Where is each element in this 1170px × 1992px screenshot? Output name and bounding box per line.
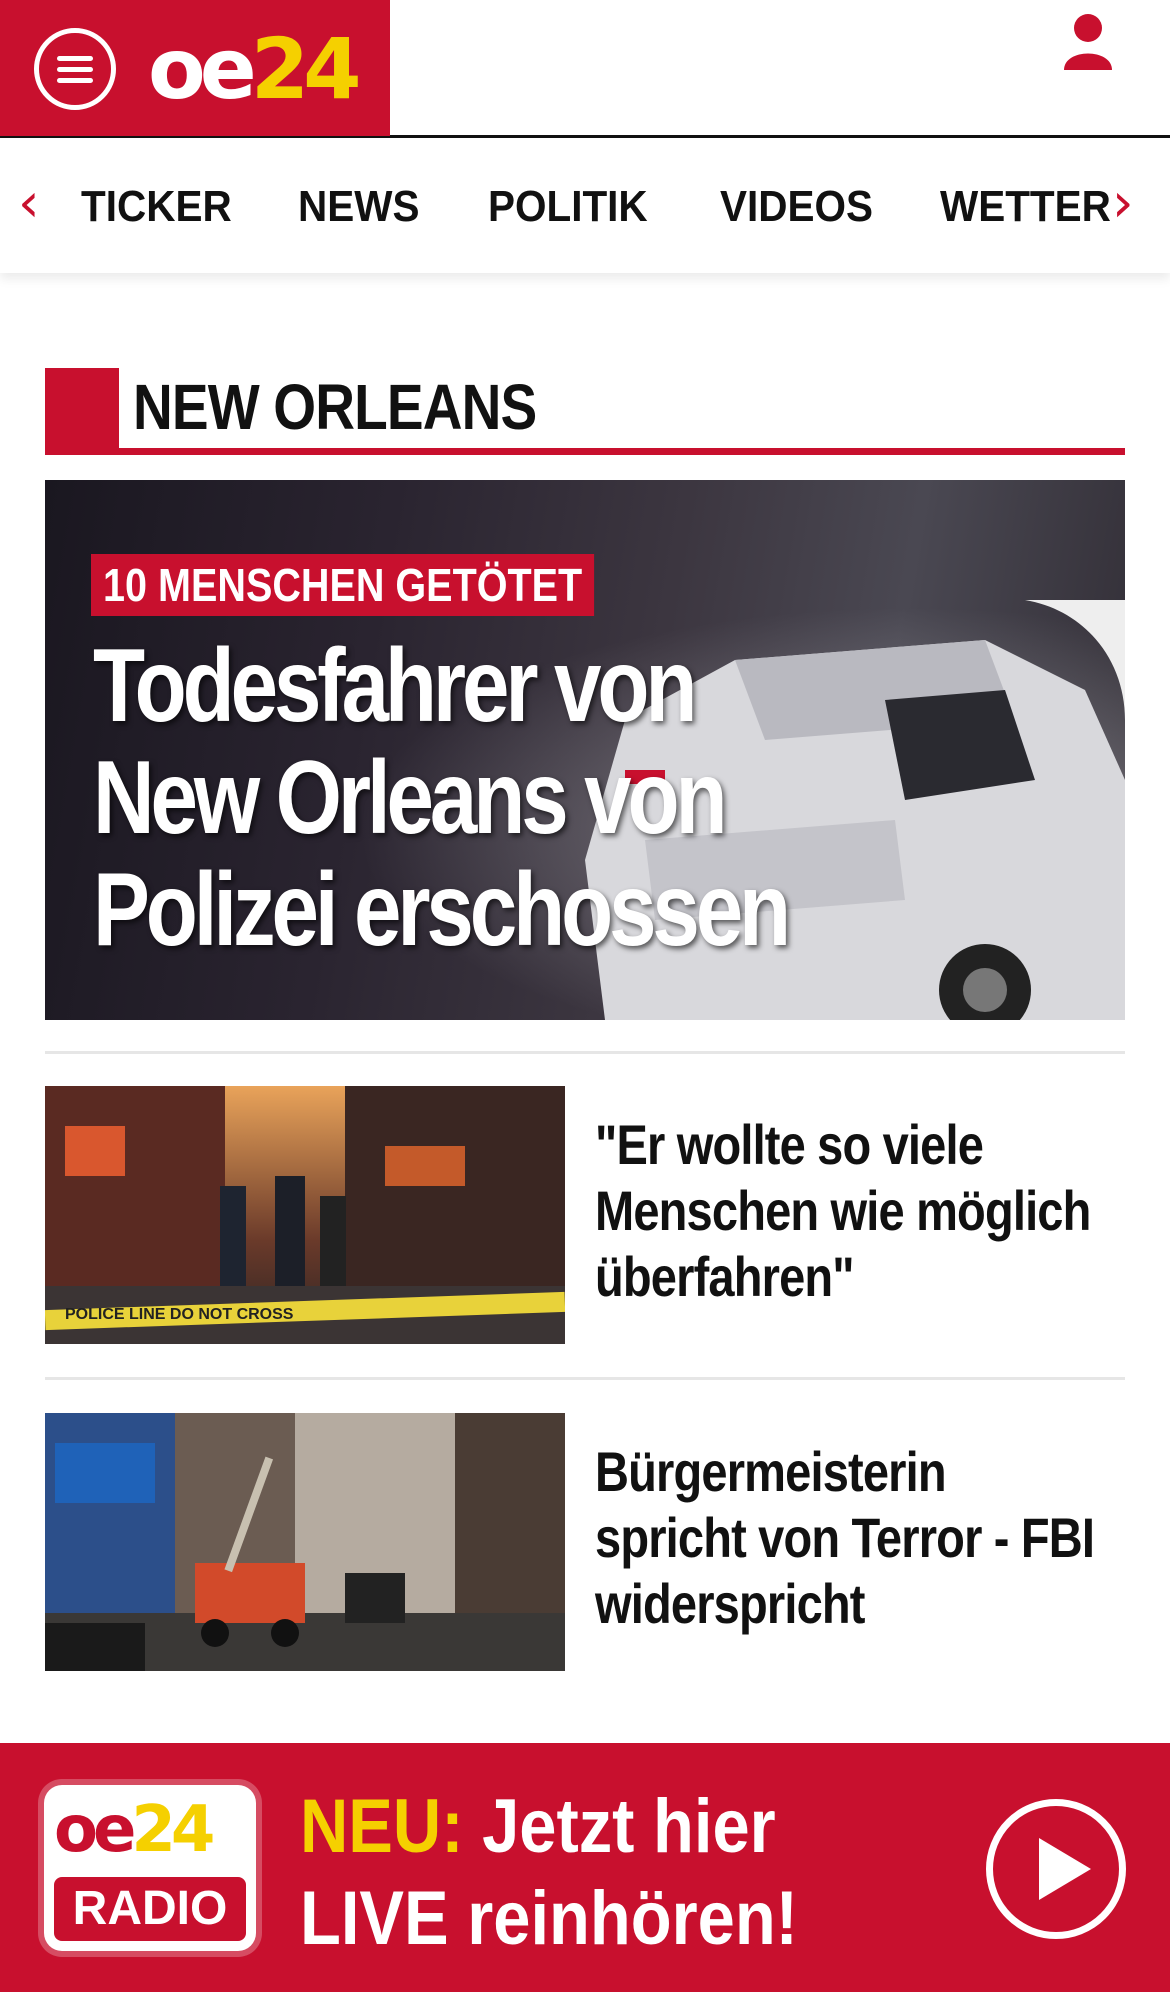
tape-text: POLICE LINE DO NOT CROSS <box>65 1306 294 1323</box>
play-icon[interactable] <box>986 1799 1126 1939</box>
site-logo[interactable]: oe24 <box>148 14 362 124</box>
nav-item-wetter[interactable]: WETTER <box>940 181 1111 233</box>
divider <box>45 1051 1125 1054</box>
nav-item-news[interactable]: NEWS <box>298 181 419 233</box>
hero-article[interactable]: 10 MENSCHEN GETÖTET Todesfahrer von New … <box>45 480 1125 1020</box>
nav-next-icon[interactable]: › <box>1112 173 1134 233</box>
list-item[interactable]: POLICE LINE DO NOT CROSS "Er wollte so v… <box>45 1086 1125 1344</box>
radio-logo-label: RADIO <box>54 1877 246 1941</box>
radio-promo-text[interactable]: NEU: Jetzt hier LIVE reinhören! <box>300 1781 798 1965</box>
radio-logo: oe24 RADIO <box>44 1785 256 1951</box>
hero-kicker: 10 MENSCHEN GETÖTET <box>91 554 595 616</box>
list-item[interactable]: Bürgermeisterin spricht von Terror - FBI… <box>45 1413 1125 1671</box>
section-header: NEW ORLEANS <box>45 368 1125 456</box>
section-title[interactable]: NEW ORLEANS <box>133 370 537 444</box>
nav-item-politik[interactable]: POLITIK <box>488 181 648 233</box>
user-icon[interactable] <box>1062 12 1114 72</box>
hero-headline[interactable]: Todesfahrer von New Orleans von Polizei … <box>93 630 831 966</box>
section-accent-bar <box>45 368 119 454</box>
story-headline[interactable]: "Er wollte so viele Menschen wie möglich… <box>595 1112 1099 1310</box>
hamburger-menu-icon[interactable] <box>34 28 116 110</box>
category-nav: ‹ TICKER NEWS POLITIK VIDEOS WETTER › <box>0 139 1170 273</box>
nav-prev-icon[interactable]: ‹ <box>18 173 40 233</box>
section-underline <box>45 448 1125 455</box>
story-thumbnail[interactable]: POLICE LINE DO NOT CROSS <box>45 1086 565 1344</box>
story-headline[interactable]: Bürgermeisterin spricht von Terror - FBI… <box>595 1439 1099 1637</box>
nav-item-videos[interactable]: VIDEOS <box>720 181 873 233</box>
divider <box>45 1377 1125 1380</box>
story-thumbnail[interactable] <box>45 1413 565 1671</box>
logo-block: oe24 <box>0 0 390 136</box>
radio-banner[interactable]: oe24 RADIO NEU: Jetzt hier LIVE reinhöre… <box>0 1743 1170 1992</box>
site-header: oe24 <box>0 0 1170 138</box>
nav-item-ticker[interactable]: TICKER <box>81 181 232 233</box>
